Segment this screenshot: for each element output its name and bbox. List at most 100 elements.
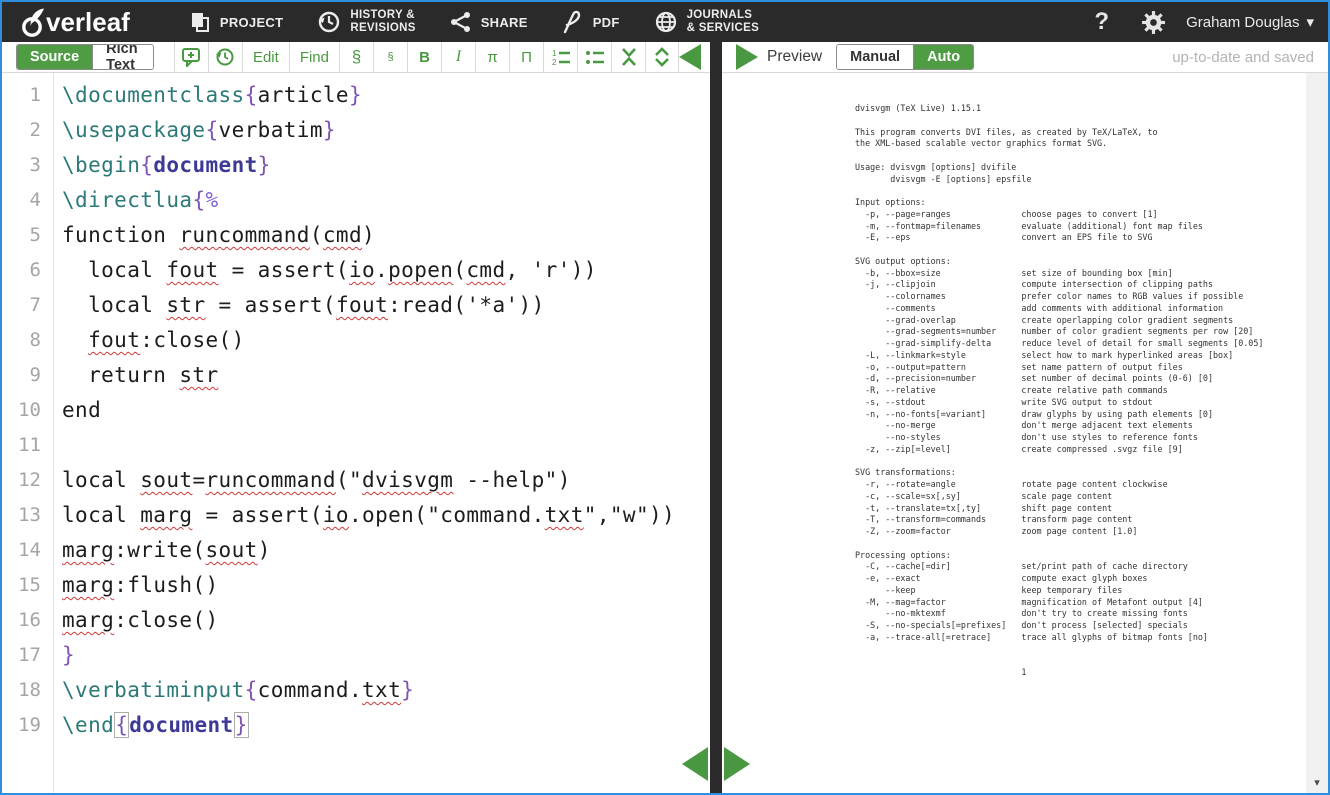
code-token: fout: [166, 258, 218, 282]
pane-divider[interactable]: [710, 42, 722, 793]
code-token: end: [62, 398, 101, 422]
line-number: 14: [2, 533, 54, 568]
code-text: }: [54, 638, 75, 673]
globe-icon: [654, 10, 678, 34]
collapse-preview-pane-arrow-bottom[interactable]: [724, 747, 750, 781]
code-token: io: [349, 258, 375, 282]
source-tab[interactable]: Source: [17, 45, 92, 69]
section-button[interactable]: §: [339, 42, 373, 72]
code-text: return str: [54, 358, 219, 393]
code-line[interactable]: 2\usepackage{verbatim}: [2, 113, 710, 148]
editor-toolbar-buttons: Edit Find § § B I π Π 1 2: [174, 42, 679, 72]
manual-compile-button[interactable]: Manual: [837, 45, 913, 69]
bold-button[interactable]: B: [407, 42, 441, 72]
code-token: str: [166, 293, 205, 317]
code-line[interactable]: 3\begin{document}: [2, 148, 710, 183]
nav-journals-label-2: & SERVICES: [687, 22, 759, 35]
nav-history-revisions[interactable]: HISTORY & REVISIONS: [300, 2, 432, 42]
add-comment-button[interactable]: [174, 42, 208, 72]
collapse-editor-pane-arrow[interactable]: [679, 44, 701, 70]
code-token: article: [258, 83, 349, 107]
nav-journals-services[interactable]: JOURNALS & SERVICES: [637, 2, 776, 42]
code-line[interactable]: 5function runcommand(cmd): [2, 218, 710, 253]
track-changes-button[interactable]: [208, 42, 242, 72]
bullet-list-button[interactable]: [577, 42, 611, 72]
find-button[interactable]: Find: [289, 42, 339, 72]
scroll-down-icon: ▾: [1314, 776, 1320, 789]
nav-pdf[interactable]: PDF: [545, 2, 637, 42]
code-token: }: [234, 712, 249, 738]
code-text: \usepackage{verbatim}: [54, 113, 336, 148]
line-number: 19: [2, 708, 54, 743]
code-editor[interactable]: 1\documentclass{article}2\usepackage{ver…: [2, 73, 710, 793]
line-number: 18: [2, 673, 54, 708]
collapse-preview-pane-arrow[interactable]: [736, 44, 758, 70]
line-number: 15: [2, 568, 54, 603]
line-number: 13: [2, 498, 54, 533]
code-token: }: [62, 643, 75, 667]
help-button[interactable]: ?: [1078, 2, 1125, 42]
expand-button[interactable]: [645, 42, 679, 72]
code-text: local marg = assert(io.open("command.txt…: [54, 498, 675, 533]
inline-math-button[interactable]: π: [475, 42, 509, 72]
code-text: \verbatiminput{command.txt}: [54, 673, 414, 708]
code-token: verbatim: [219, 118, 323, 142]
preview-scrollbar[interactable]: ▾: [1306, 73, 1328, 793]
code-token: [62, 328, 88, 352]
code-text: local sout=runcommand("dvisvgm --help"): [54, 463, 571, 498]
code-line[interactable]: 17}: [2, 638, 710, 673]
nav-history-label-2: REVISIONS: [350, 22, 415, 35]
edit-menu-button[interactable]: Edit: [242, 42, 289, 72]
code-text: \end{document}: [54, 708, 249, 743]
code-token: :close(): [114, 608, 218, 632]
rich-text-tab[interactable]: Rich Text: [92, 45, 153, 69]
subsection-button[interactable]: §: [373, 42, 407, 72]
code-line[interactable]: 12local sout=runcommand("dvisvgm --help"…: [2, 463, 710, 498]
nav-share-label: SHARE: [481, 15, 528, 30]
code-text: marg:write(sout): [54, 533, 271, 568]
code-line[interactable]: 6 local fout = assert(io.popen(cmd, 'r')…: [2, 253, 710, 288]
italic-button[interactable]: I: [441, 42, 475, 72]
settings-button[interactable]: [1125, 2, 1182, 42]
code-line[interactable]: 4\directlua{%: [2, 183, 710, 218]
code-line[interactable]: 10end: [2, 393, 710, 428]
code-line[interactable]: 16marg:close(): [2, 603, 710, 638]
code-token: local: [62, 258, 166, 282]
code-token: return: [62, 363, 179, 387]
code-token: .: [375, 258, 388, 282]
user-menu[interactable]: Graham Douglas ▾: [1182, 2, 1318, 42]
code-line[interactable]: 9 return str: [2, 358, 710, 393]
code-token: \begin: [62, 153, 140, 177]
code-line[interactable]: 13local marg = assert(io.open("command.t…: [2, 498, 710, 533]
code-line[interactable]: 7 local str = assert(fout:read('*a')): [2, 288, 710, 323]
scrollbar-down-button[interactable]: ▾: [1306, 773, 1328, 791]
share-icon: [450, 11, 472, 33]
overleaf-logo[interactable]: verleaf: [14, 2, 136, 42]
code-line[interactable]: 18\verbatiminput{command.txt}: [2, 673, 710, 708]
collapse-editor-pane-arrow-bottom[interactable]: [682, 747, 708, 781]
code-text: \directlua{%: [54, 183, 219, 218]
code-line[interactable]: 15marg:flush(): [2, 568, 710, 603]
line-number: 5: [2, 218, 54, 253]
code-token: local: [62, 293, 166, 317]
numbered-list-button[interactable]: 1 2: [543, 42, 577, 72]
code-token: local: [62, 503, 140, 527]
code-line[interactable]: 19\end{document}: [2, 708, 710, 743]
nav-share[interactable]: SHARE: [433, 2, 545, 42]
line-number: 4: [2, 183, 54, 218]
nav-project-label: PROJECT: [220, 15, 284, 30]
code-token: {: [140, 153, 153, 177]
auto-compile-button[interactable]: Auto: [913, 45, 973, 69]
nav-project[interactable]: PROJECT: [172, 2, 301, 42]
code-token: cmd: [323, 223, 362, 247]
code-line[interactable]: 1\documentclass{article}: [2, 78, 710, 113]
display-math-button[interactable]: Π: [509, 42, 543, 72]
code-line[interactable]: 11: [2, 428, 710, 463]
code-token: dvisvgm: [362, 468, 453, 492]
manual-auto-toggle: Manual Auto: [836, 44, 974, 70]
collapse-button[interactable]: [611, 42, 645, 72]
code-line[interactable]: 14marg:write(sout): [2, 533, 710, 568]
line-number: 2: [2, 113, 54, 148]
code-line[interactable]: 8 fout:close(): [2, 323, 710, 358]
code-token: --help"): [453, 468, 570, 492]
